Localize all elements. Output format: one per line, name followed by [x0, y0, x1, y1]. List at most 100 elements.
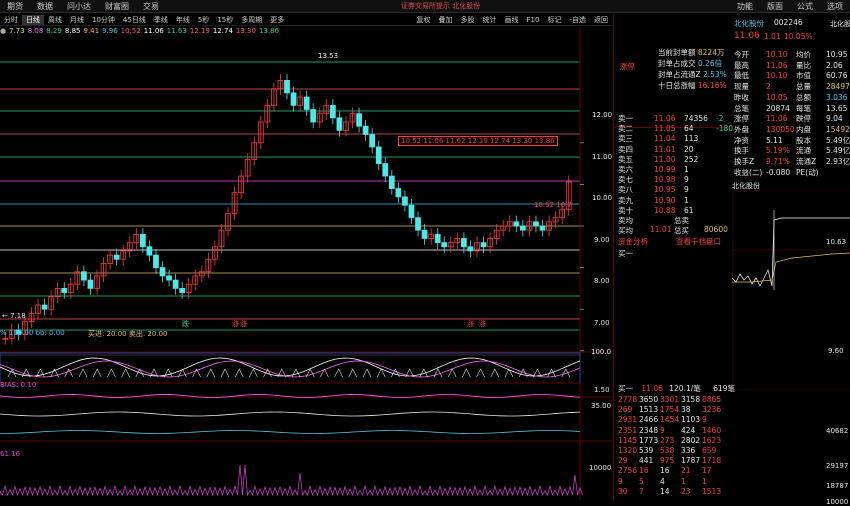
menu-item-data[interactable]: 数据: [30, 1, 60, 12]
tick-cell: 1513: [639, 405, 659, 415]
tick-cell: 1454: [660, 415, 680, 425]
menu-item-wealth[interactable]: 财富圈: [98, 1, 136, 12]
stats-cell: 市值: [796, 71, 811, 81]
menu-item-trade[interactable]: 交易: [136, 1, 166, 12]
order-row[interactable]: 卖九 10.90 1: [618, 196, 730, 206]
tab-5sec[interactable]: 5秒: [194, 15, 213, 25]
tab-10min[interactable]: 10分钟: [88, 15, 119, 25]
back-button[interactable]: 返回: [590, 15, 612, 25]
tab-15sec[interactable]: 15秒: [213, 15, 237, 25]
candle-body: [415, 217, 421, 231]
candle-body: [395, 188, 402, 198]
stats-cell: 60.76: [826, 71, 848, 81]
tick-cell: 21: [681, 466, 691, 476]
tab-weekly[interactable]: 周线: [44, 15, 66, 25]
candle-body: [382, 163, 389, 177]
tab-quarterly[interactable]: 季线: [150, 15, 172, 25]
stats-cell: -0.080: [766, 167, 791, 177]
candle-body: [461, 238, 467, 248]
stats-cell: 2.93亿: [826, 157, 850, 166]
overlay-button[interactable]: 叠加: [435, 15, 457, 25]
high-price-label: 13.53: [318, 52, 339, 60]
tick-cell: 1320: [618, 446, 638, 455]
tick-row: 2778 3650 3301 3158 8865: [618, 395, 730, 405]
ind1-triangle: [476, 368, 485, 378]
stats-cell: 11.06: [766, 114, 788, 124]
statistics-button[interactable]: 统计: [479, 15, 501, 25]
stats-cell: 10.10: [766, 50, 788, 59]
ma-value: 11.06: [143, 27, 164, 35]
order-row[interactable]: 卖六 10.99 1: [618, 165, 730, 175]
indicator3-axis: 10000: [589, 464, 612, 472]
menu-item-ask[interactable]: 问小达: [60, 1, 98, 12]
f10-button[interactable]: F10: [523, 16, 544, 24]
stats-cell: 涨停: [734, 114, 749, 124]
candle-body: [408, 204, 415, 219]
order-row[interactable]: 卖二 11.05 64 -180: [618, 124, 733, 134]
candle-body: [179, 287, 186, 293]
tab-intraday[interactable]: 分时: [0, 15, 22, 25]
candle-body: [87, 279, 94, 289]
order-row[interactable]: 卖一 11.06 74356 -2: [618, 114, 730, 124]
ind1-triangle: [348, 368, 358, 378]
menu-item-layout[interactable]: 版面: [760, 1, 790, 12]
tick-cell: 23: [681, 486, 691, 496]
thousand-level-link[interactable]: 查看千档盘口: [676, 236, 721, 247]
right-tab[interactable]: 北化股份: [830, 19, 850, 29]
limit-line-4: 十日总涨幅 16.16%: [658, 81, 727, 90]
order-cell: 1: [684, 165, 689, 174]
menu-item-function[interactable]: 功能: [730, 1, 760, 12]
watchlist-remove-button[interactable]: -自选: [565, 15, 590, 25]
restore-rights-button[interactable]: 复权: [413, 15, 435, 25]
tab-daily[interactable]: 日线: [22, 14, 44, 25]
mini-intraday-chart[interactable]: [732, 190, 850, 390]
candle-body: [369, 134, 376, 148]
tick-row: 2756 16 16 21 17: [618, 466, 730, 476]
stats-cell: 28497: [826, 82, 850, 92]
fund-analysis-link[interactable]: 资金分析: [618, 236, 648, 247]
mark-button[interactable]: 标记: [543, 15, 565, 25]
stats-row: 净资 5.11 股本 5.49亿: [734, 136, 850, 146]
indicator-panel-3: [0, 464, 583, 497]
tick-cell: 9: [618, 476, 623, 486]
tick-cell: 7: [639, 486, 644, 496]
menu-item-formula[interactable]: 公式: [790, 1, 820, 12]
menu-item-futures[interactable]: 期货: [0, 1, 30, 12]
exchange-notice[interactable]: 证券交易所提示 北化股份: [394, 1, 487, 11]
tab-more[interactable]: 更多: [266, 15, 288, 25]
tab-multi-period[interactable]: 多周期: [237, 15, 266, 25]
low-price-value: 7.18: [10, 312, 26, 320]
menu-item-options[interactable]: 选项: [820, 1, 850, 12]
order-cell: 74356: [684, 114, 708, 123]
stats-row: 总笔 20874 每笔 13.65: [734, 104, 850, 114]
ind1-line-k: [0, 357, 581, 377]
order-row[interactable]: 卖八 10.95 9: [618, 185, 730, 195]
kline-chart[interactable]: [0, 27, 612, 500]
tick-cell: 3650: [639, 395, 659, 404]
candle-body: [533, 221, 539, 227]
order-row[interactable]: 卖五 11.00 252: [618, 155, 730, 165]
tick-row: 29 441 975 1787 1718: [618, 456, 730, 466]
tab-yearly[interactable]: 年线: [172, 15, 194, 25]
ma-value: 13.86: [258, 27, 279, 35]
candle-body: [153, 254, 159, 268]
candle-body: [113, 254, 120, 260]
indicator1-axis: 100.0: [591, 348, 612, 356]
multi-stock-button[interactable]: 多股: [457, 15, 479, 25]
order-row[interactable]: 卖四 11.01 20: [618, 145, 730, 155]
indicator2-axis-1: 1.50: [594, 386, 610, 394]
buy-average-label: 买均: [618, 226, 633, 235]
stats-row: 换手Z 9.71% 流通Z 2.93亿: [734, 157, 850, 167]
order-cell: 11.05: [654, 124, 676, 134]
near-price-label: 10.52 10.7: [534, 201, 572, 209]
order-cell: 卖三: [618, 134, 633, 144]
tick-cell: 14: [660, 486, 670, 496]
tick-cell: 659: [702, 446, 717, 455]
stats-table: 今开 10.10 均价 10.95 最高 11.06 量比 2.06 最低 10.10 市值 60.7…: [732, 50, 850, 182]
tick-grid: 2778 3650 3301 3158 8865 269 1513 1754 38 3236 293…: [618, 395, 730, 500]
order-row[interactable]: 卖七 10.98 9: [618, 175, 730, 185]
order-row[interactable]: 卖三 11.04 113: [618, 134, 730, 144]
tab-monthly[interactable]: 月线: [66, 15, 88, 25]
tab-45day[interactable]: 45日线: [119, 15, 150, 25]
draw-line-button[interactable]: 画线: [501, 15, 523, 25]
